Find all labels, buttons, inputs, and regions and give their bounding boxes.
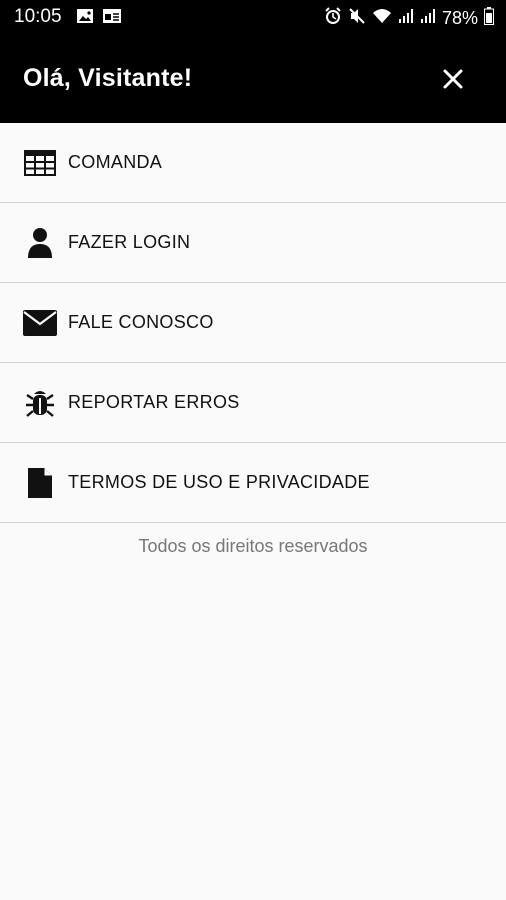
menu-item-label: COMANDA [68, 152, 163, 172]
alarm-icon [324, 7, 342, 30]
copyright-text: Todos os direitos reservados [138, 536, 368, 556]
menu-item-comanda[interactable]: COMANDA [0, 123, 506, 203]
envelope-icon [22, 305, 58, 341]
menu-item-reportar-erros[interactable]: REPORTAR ERROS [0, 363, 506, 443]
status-left-icons [76, 8, 122, 29]
user-icon [22, 225, 58, 261]
menu-item-fazer-login[interactable]: FAZER LOGIN [0, 203, 506, 283]
menu-item-label: TERMOS DE USO E PRIVACIDADE [68, 472, 370, 492]
drawer-header: Olá, Visitante! [0, 36, 506, 123]
menu-item-fale-conosco[interactable]: FALE CONOSCO [0, 283, 506, 363]
mute-icon [348, 7, 366, 30]
menu-item-label: REPORTAR ERROS [68, 392, 240, 412]
drawer-menu: COMANDA FAZER LOGIN FALE CONOSCO REPORTA… [0, 123, 506, 523]
status-right-icons: 78% [324, 7, 494, 30]
battery-percent: 78% [441, 8, 478, 28]
menu-item-termos[interactable]: TERMOS DE USO E PRIVACIDADE [0, 443, 506, 523]
close-icon [443, 69, 463, 89]
table-icon [22, 145, 58, 181]
signal-icon [420, 8, 436, 29]
cast-icon [102, 8, 122, 29]
menu-item-label: FALE CONOSCO [68, 312, 214, 332]
file-icon [22, 465, 58, 501]
status-time: 10:05 [14, 6, 62, 27]
header-title: Olá, Visitante! [23, 64, 193, 92]
close-button[interactable] [440, 66, 466, 92]
status-bar: 10:05 78% [0, 0, 506, 36]
image-icon [76, 8, 94, 29]
bug-icon [22, 385, 58, 421]
menu-item-label: FAZER LOGIN [68, 232, 191, 252]
battery-icon [484, 7, 494, 30]
wifi-icon [372, 8, 392, 29]
signal-icon [398, 8, 414, 29]
